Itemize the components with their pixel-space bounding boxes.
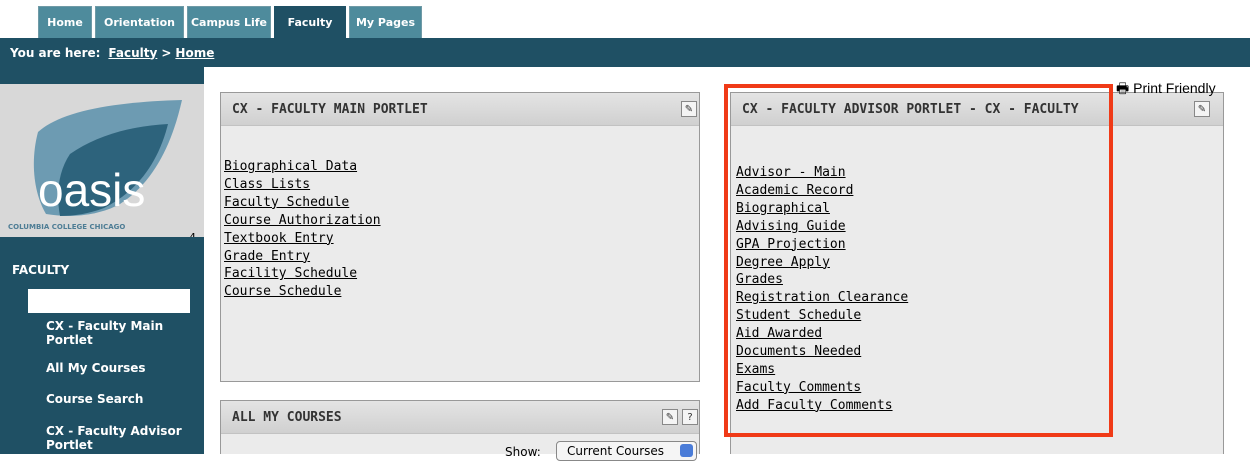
tab-orientation[interactable]: Orientation: [95, 6, 184, 38]
breadcrumb-link-faculty[interactable]: Faculty: [108, 46, 157, 60]
portlet-title: ALL MY COURSES: [232, 409, 342, 425]
show-label: Show:: [505, 445, 541, 459]
sidebar-item-label: CX - Faculty Main Portlet: [46, 319, 164, 347]
show-courses-select[interactable]: Current Courses: [556, 441, 697, 461]
link-biographical-data[interactable]: Biographical Data: [224, 158, 381, 176]
portlet-title: CX - FACULTY MAIN PORTLET: [232, 101, 428, 117]
right-edge-panel: [1240, 67, 1250, 454]
sidebar-item-all-my-courses[interactable]: All My Courses: [0, 361, 204, 377]
portlet-settings-icon[interactable]: ✎: [681, 101, 697, 117]
portlet-settings-icon[interactable]: ✎: [1194, 101, 1210, 117]
show-courses-value: Current Courses: [567, 444, 665, 458]
oasis-logo-graphic: oasis COLUMBIA COLLEGE CHICAGO: [0, 84, 204, 237]
highlight-box: [724, 84, 1113, 437]
print-friendly-label: Print Friendly: [1133, 80, 1216, 96]
portlet-header: ALL MY COURSES: [221, 401, 699, 434]
link-grade-entry[interactable]: Grade Entry: [224, 248, 381, 266]
portlet-settings-icon[interactable]: ✎: [662, 409, 678, 425]
logo-subtext: COLUMBIA COLLEGE CHICAGO: [8, 223, 125, 231]
sidebar-item-faculty-main-portlet[interactable]: CX - Faculty Main Portlet: [0, 319, 204, 349]
logo-number: 4: [189, 231, 196, 237]
main-portlet-links: Biographical Data Class Lists Faculty Sc…: [224, 158, 381, 301]
sidebar-item-label: All My Courses: [46, 361, 146, 375]
portlet-header: CX - FACULTY MAIN PORTLET: [221, 93, 699, 126]
sidebar-item-faculty-advisor-portlet[interactable]: CX - Faculty Advisor Portlet: [0, 424, 204, 454]
select-arrow-icon: [680, 444, 693, 457]
sidebar-section-title: FACULTY: [12, 263, 70, 277]
logo-text: oasis: [38, 164, 145, 216]
breadcrumb: You are here: Faculty > Home: [0, 38, 1250, 67]
tab-faculty[interactable]: Faculty: [274, 6, 346, 38]
oasis-logo: oasis COLUMBIA COLLEGE CHICAGO 4: [0, 84, 204, 237]
sidebar-item-home[interactable]: Home: [28, 289, 190, 313]
link-class-lists[interactable]: Class Lists: [224, 176, 381, 194]
breadcrumb-separator: >: [161, 45, 172, 60]
link-faculty-schedule[interactable]: Faculty Schedule: [224, 194, 381, 212]
help-icon[interactable]: ?: [682, 409, 698, 425]
sidebar-item-label: Course Search: [46, 392, 144, 406]
tab-my-pages[interactable]: My Pages: [349, 6, 422, 38]
print-friendly-link[interactable]: 🖶 Print Friendly: [1116, 78, 1216, 102]
link-facility-schedule[interactable]: Facility Schedule: [224, 265, 381, 283]
faculty-main-portlet: CX - FACULTY MAIN PORTLET ✎ Biographical…: [220, 92, 700, 382]
top-tab-bar: Home Orientation Campus Life Faculty My …: [0, 0, 1250, 38]
breadcrumb-link-home[interactable]: Home: [175, 46, 214, 60]
tab-campus-life[interactable]: Campus Life: [187, 6, 271, 38]
tab-home[interactable]: Home: [38, 6, 92, 38]
link-course-schedule[interactable]: Course Schedule: [224, 283, 381, 301]
link-course-authorization[interactable]: Course Authorization: [224, 212, 381, 230]
left-sidebar: oasis COLUMBIA COLLEGE CHICAGO 4 FACULTY…: [0, 67, 204, 454]
sidebar-item-label: CX - Faculty Advisor Portlet: [46, 424, 182, 452]
breadcrumb-prefix: You are here:: [10, 45, 101, 60]
link-textbook-entry[interactable]: Textbook Entry: [224, 230, 381, 248]
sidebar-item-course-search[interactable]: Course Search: [0, 392, 204, 408]
printer-icon: 🖶: [1116, 80, 1130, 96]
